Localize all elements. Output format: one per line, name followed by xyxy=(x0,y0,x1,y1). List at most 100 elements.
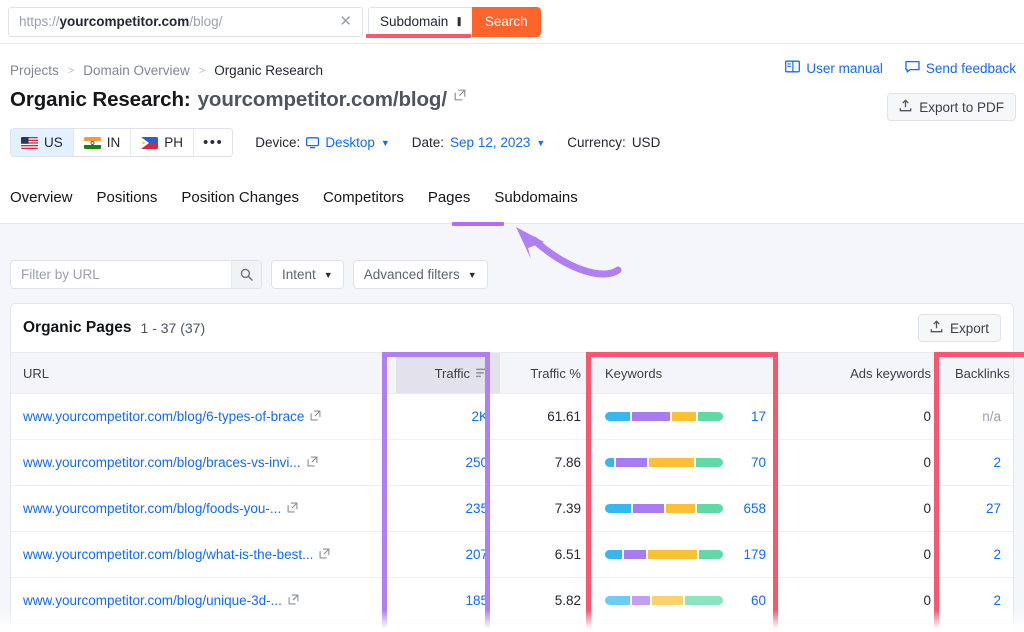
filter-by-url-field[interactable] xyxy=(10,260,262,289)
page-url-link[interactable]: www.yourcompetitor.com/blog/6-types-of-b… xyxy=(23,409,304,424)
cell-traffic-pct: 7.39 xyxy=(500,486,593,532)
external-link-icon[interactable] xyxy=(307,455,318,470)
external-link-icon[interactable] xyxy=(287,501,298,516)
table-row[interactable]: www.yourcompetitor.com/blog/what-is-the-… xyxy=(11,532,1013,578)
keyword-distribution-bar xyxy=(605,504,723,513)
export-to-pdf-label: Export to PDF xyxy=(919,100,1004,115)
column-header-url[interactable]: URL xyxy=(11,353,396,394)
backlinks-value[interactable]: 2 xyxy=(993,455,1001,470)
keywords-value[interactable]: 17 xyxy=(751,409,766,424)
export-button[interactable]: Export xyxy=(918,314,1001,342)
country-button-ph[interactable]: PH xyxy=(131,129,194,156)
tab-overview[interactable]: Overview xyxy=(10,188,73,206)
domain-url-input[interactable]: https://yourcompetitor.com/blog/ ✕ xyxy=(8,7,363,37)
tab-positions[interactable]: Positions xyxy=(97,188,158,206)
intent-filter-dropdown[interactable]: Intent ▼ xyxy=(271,260,344,289)
country-label-in: IN xyxy=(107,135,121,150)
cell-ads-keywords: 0 xyxy=(778,532,943,578)
traffic-value[interactable]: 207 xyxy=(465,547,488,562)
external-link-icon[interactable] xyxy=(454,88,466,100)
cell-ads-keywords: 0 xyxy=(778,440,943,486)
search-input[interactable] xyxy=(11,261,231,288)
keyword-bar-segment xyxy=(652,596,683,605)
export-to-pdf-button[interactable]: Export to PDF xyxy=(887,93,1016,121)
user-manual-link[interactable]: User manual xyxy=(785,60,883,76)
page-url-link[interactable]: www.yourcompetitor.com/blog/braces-vs-in… xyxy=(23,455,301,470)
date-value[interactable]: Sep 12, 2023 xyxy=(450,135,530,150)
tab-pages[interactable]: Pages xyxy=(428,188,471,206)
table-row[interactable]: www.yourcompetitor.com/blog/6-types-of-b… xyxy=(11,394,1013,440)
column-header-traffic[interactable]: Traffic xyxy=(396,353,500,394)
page-url-link[interactable]: www.yourcompetitor.com/blog/foods-you-..… xyxy=(23,501,281,516)
advanced-filters-dropdown[interactable]: Advanced filters ▼ xyxy=(353,260,488,289)
cell-url: www.yourcompetitor.com/blog/what-is-the-… xyxy=(11,532,396,578)
keywords-value[interactable]: 60 xyxy=(751,593,766,608)
cell-ads-keywords: 0 xyxy=(778,486,943,532)
traffic-value[interactable]: 2K xyxy=(471,409,488,424)
external-link-icon[interactable] xyxy=(288,593,299,608)
cell-url: www.yourcompetitor.com/blog/unique-3d-..… xyxy=(11,578,396,624)
keyword-bar-segment xyxy=(699,550,723,559)
chat-bubble-icon xyxy=(905,60,920,76)
device-selector: Device: Desktop ▼ xyxy=(255,135,389,150)
tab-position-changes[interactable]: Position Changes xyxy=(181,188,299,206)
table-row[interactable]: www.yourcompetitor.com/blog/foods-you-..… xyxy=(11,486,1013,532)
more-countries-button[interactable]: ••• xyxy=(194,129,232,156)
column-header-keywords[interactable]: Keywords xyxy=(593,353,778,394)
device-label: Device: xyxy=(255,135,300,150)
country-label-us: US xyxy=(44,135,63,150)
keyword-bar-segment xyxy=(605,596,630,605)
annotation-underline-pages-tab xyxy=(452,222,504,226)
column-header-traffic-pct[interactable]: Traffic % xyxy=(500,353,593,394)
breadcrumb-item-projects[interactable]: Projects xyxy=(10,63,59,78)
search-icon[interactable] xyxy=(231,261,261,288)
cell-keywords: 658 xyxy=(593,486,778,532)
search-scope-dropdown[interactable]: Subdomain ❚ xyxy=(368,7,472,37)
cell-keywords: 70 xyxy=(593,440,778,486)
external-link-icon[interactable] xyxy=(319,547,330,562)
country-button-in[interactable]: IN xyxy=(74,129,132,156)
intent-filter-label: Intent xyxy=(282,267,316,282)
tab-competitors[interactable]: Competitors xyxy=(323,188,404,206)
user-manual-label: User manual xyxy=(806,61,883,76)
send-feedback-link[interactable]: Send feedback xyxy=(905,60,1016,76)
traffic-value[interactable]: 235 xyxy=(465,501,488,516)
annotation-arrow-to-pages-tab xyxy=(500,222,630,284)
device-value[interactable]: Desktop xyxy=(325,135,375,150)
external-link-icon[interactable] xyxy=(310,409,321,424)
search-button[interactable]: Search xyxy=(472,7,541,37)
chevron-down-icon[interactable]: ▼ xyxy=(381,138,390,148)
breadcrumb-item-domain-overview[interactable]: Domain Overview xyxy=(83,63,190,78)
keywords-value[interactable]: 70 xyxy=(751,455,766,470)
upload-icon xyxy=(930,320,943,336)
table-body: www.yourcompetitor.com/blog/6-types-of-b… xyxy=(11,394,1013,624)
cell-traffic-pct: 5.82 xyxy=(500,578,593,624)
backlinks-value[interactable]: 27 xyxy=(986,501,1001,516)
cell-backlinks: 27 xyxy=(943,486,1013,532)
backlinks-value[interactable]: 2 xyxy=(993,547,1001,562)
backlinks-value[interactable]: 2 xyxy=(993,593,1001,608)
page-url-link[interactable]: www.yourcompetitor.com/blog/unique-3d-..… xyxy=(23,593,282,608)
table-row[interactable]: www.yourcompetitor.com/blog/unique-3d-..… xyxy=(11,578,1013,624)
column-header-ads-keywords[interactable]: Ads keywords xyxy=(778,353,943,394)
search-scope-label: Subdomain xyxy=(380,14,448,29)
table-row[interactable]: www.yourcompetitor.com/blog/braces-vs-in… xyxy=(11,440,1013,486)
keywords-value[interactable]: 179 xyxy=(743,547,766,562)
page-title-prefix: Organic Research: xyxy=(10,88,191,112)
cell-ads-keywords: 0 xyxy=(778,394,943,440)
country-button-us[interactable]: US xyxy=(11,129,74,156)
cell-traffic-pct: 6.51 xyxy=(500,532,593,578)
cell-traffic: 235 xyxy=(396,486,500,532)
traffic-value[interactable]: 250 xyxy=(465,455,488,470)
traffic-value[interactable]: 185 xyxy=(465,593,488,608)
keywords-value[interactable]: 658 xyxy=(743,501,766,516)
column-header-backlinks[interactable]: Backlinks xyxy=(943,353,1013,394)
url-path: /blog/ xyxy=(189,14,222,29)
top-search-bar: https://yourcompetitor.com/blog/ ✕ Subdo… xyxy=(0,0,1024,44)
organic-research-page: https://yourcompetitor.com/blog/ ✕ Subdo… xyxy=(0,0,1024,632)
page-url-link[interactable]: www.yourcompetitor.com/blog/what-is-the-… xyxy=(23,547,313,562)
chevron-down-icon[interactable]: ▼ xyxy=(536,138,545,148)
close-icon[interactable]: ✕ xyxy=(337,14,354,29)
tab-subdomains[interactable]: Subdomains xyxy=(494,188,577,206)
breadcrumb: Projects > Domain Overview > Organic Res… xyxy=(10,63,323,78)
